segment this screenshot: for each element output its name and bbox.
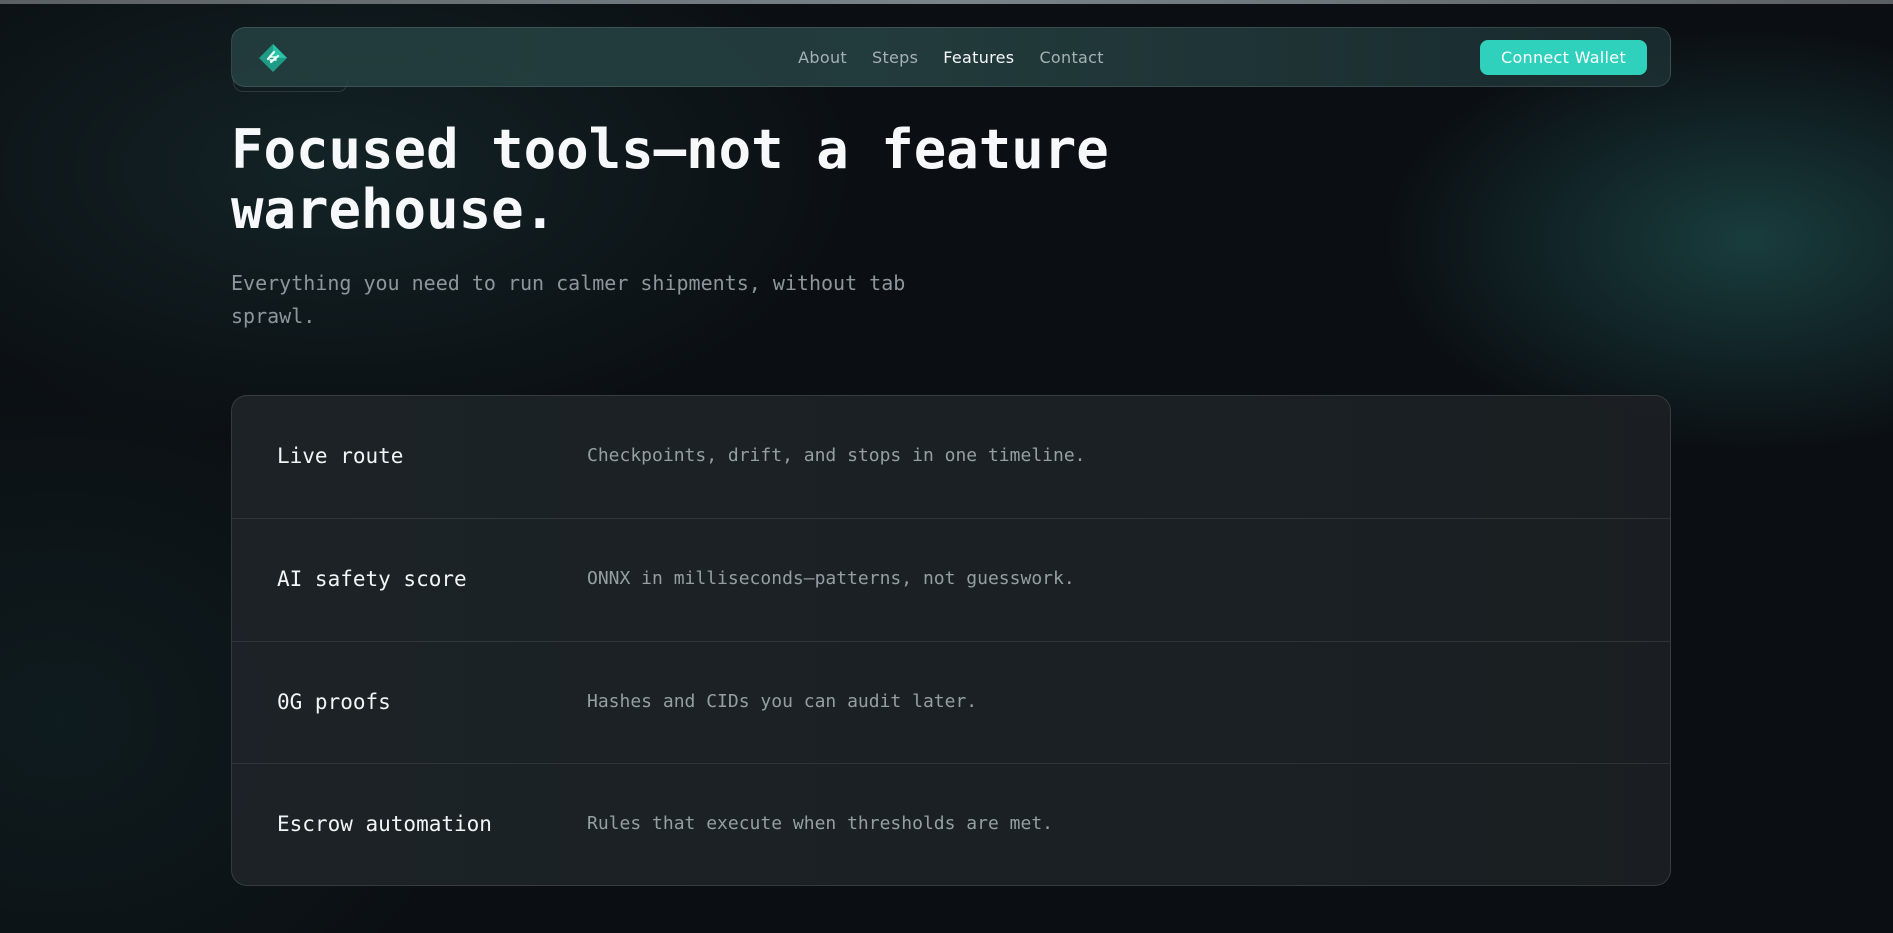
nav-link-contact[interactable]: Contact	[1039, 48, 1103, 67]
nav-link-about[interactable]: About	[798, 48, 847, 67]
feature-title: AI safety score	[277, 566, 467, 591]
feature-row-escrow-automation: Escrow automation Rules that execute whe…	[232, 764, 1670, 885]
feature-description: Checkpoints, drift, and stops in one tim…	[587, 445, 1086, 466]
feature-row-ai-safety-score: AI safety score ONNX in milliseconds—pat…	[232, 519, 1670, 642]
feature-row-0g-proofs: 0G proofs Hashes and CIDs you can audit …	[232, 642, 1670, 765]
feature-description: Rules that execute when thresholds are m…	[587, 813, 1053, 835]
nav-link-features[interactable]: Features	[943, 48, 1014, 67]
features-list: Live route Checkpoints, drift, and stops…	[231, 395, 1671, 886]
hero-title: Focused tools—not a feature warehouse.	[231, 118, 1109, 241]
connect-wallet-button[interactable]: Connect Wallet	[1480, 40, 1647, 75]
window-top-border	[0, 0, 1893, 4]
feature-title: 0G proofs	[277, 689, 391, 714]
top-navbar: About Steps Features Contact Connect Wal…	[231, 27, 1671, 87]
feature-title: Escrow automation	[277, 812, 492, 837]
nav-link-steps[interactable]: Steps	[872, 48, 918, 67]
hero-subtitle: Everything you need to run calmer shipme…	[231, 271, 906, 328]
feature-description: ONNX in milliseconds—patterns, not guess…	[587, 567, 1075, 589]
feature-title: Live route	[277, 444, 404, 468]
feature-row-live-route: Live route Checkpoints, drift, and stops…	[232, 396, 1670, 519]
feature-description: Hashes and CIDs you can audit later.	[587, 690, 978, 712]
nav-links: About Steps Features Contact	[232, 28, 1670, 86]
